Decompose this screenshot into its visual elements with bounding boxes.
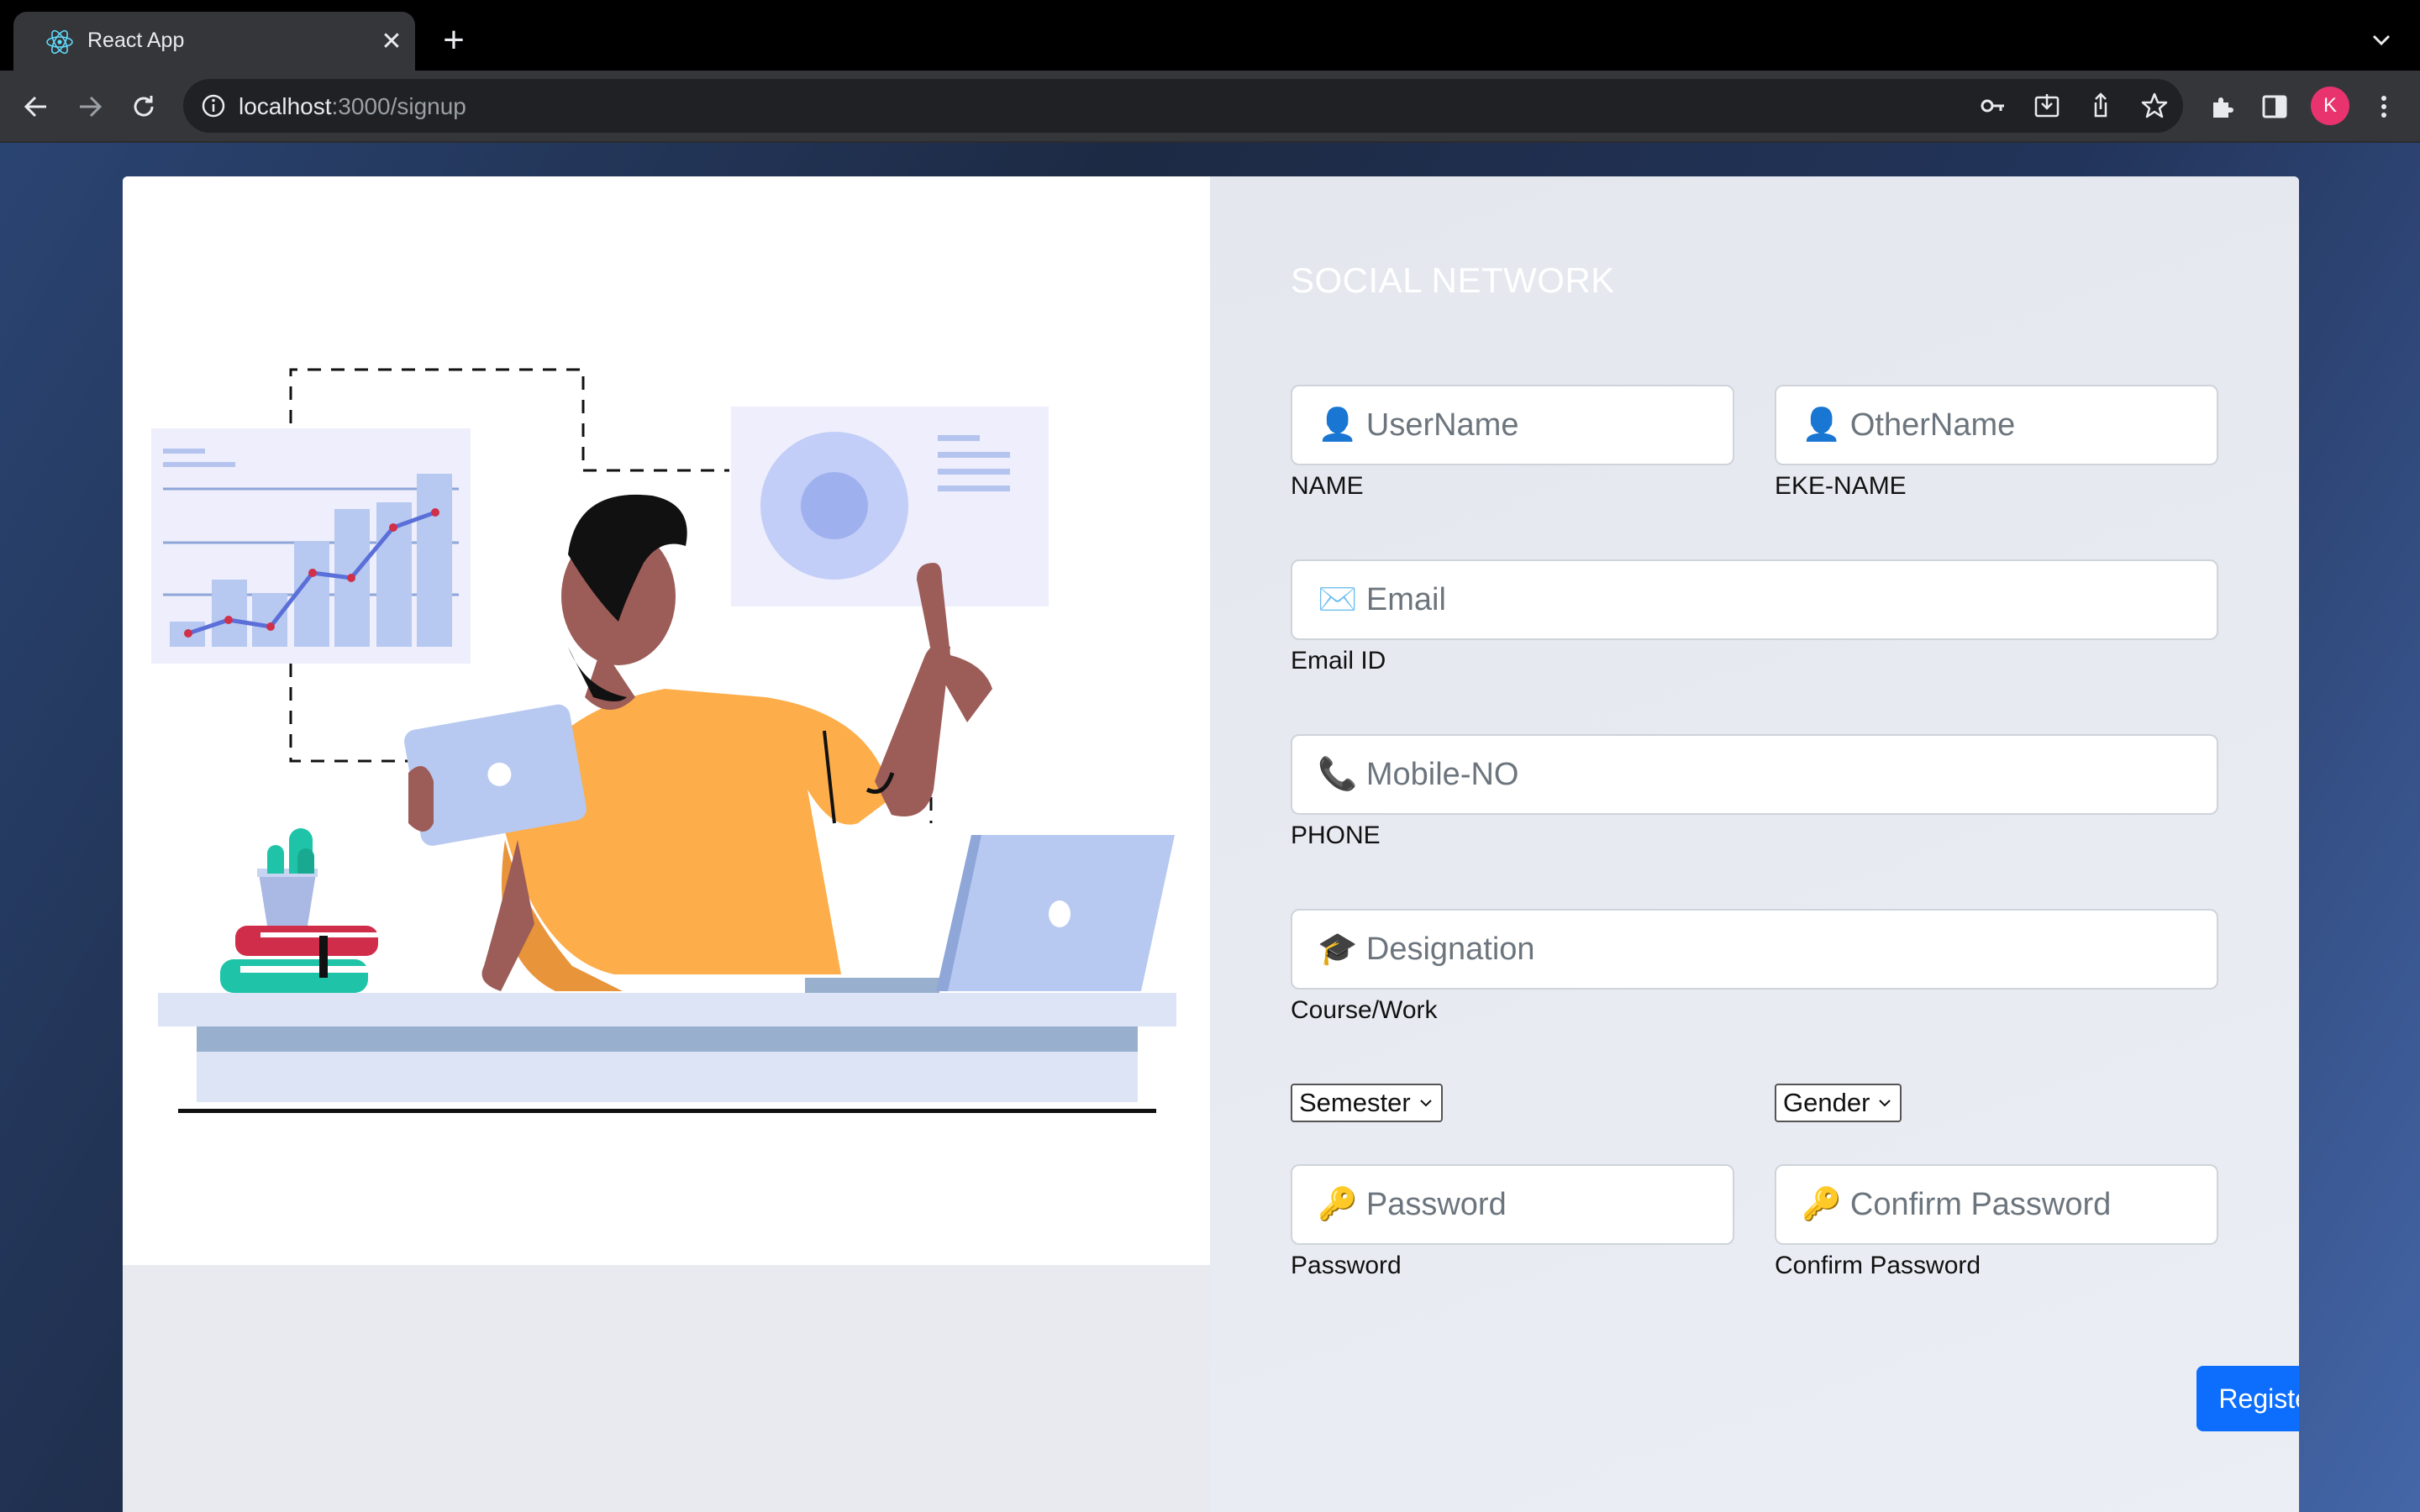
email-label: Email ID — [1291, 647, 1386, 675]
email-field[interactable] — [1291, 559, 2218, 640]
mobile-input[interactable] — [1292, 736, 2217, 813]
back-button[interactable] — [17, 87, 55, 126]
share-icon[interactable] — [2086, 91, 2116, 121]
mobile-label: PHONE — [1291, 822, 1381, 849]
password-input[interactable] — [1292, 1166, 1733, 1243]
close-tab-icon[interactable]: ✕ — [376, 27, 407, 57]
designation-input[interactable] — [1292, 911, 2217, 988]
signup-card: SOCIAL NETWORK NAME EKE-NAME Email ID PH… — [123, 176, 2299, 1512]
reload-icon — [134, 96, 154, 117]
othername-input[interactable] — [1776, 386, 2217, 464]
react-logo-icon — [46, 29, 73, 55]
tab-search-chevron-icon[interactable] — [2366, 25, 2396, 55]
brand-title: SOCIAL NETWORK — [1291, 260, 1615, 300]
othername-field[interactable] — [1775, 385, 2218, 465]
side-panel-icon[interactable] — [2259, 91, 2291, 123]
confirm-password-field[interactable] — [1775, 1164, 2218, 1245]
designation-label: Course/Work — [1291, 996, 1438, 1024]
person-with-charts-illustration — [151, 368, 1176, 1113]
url-text[interactable]: localhost:3000/signup — [239, 93, 466, 120]
gender-select[interactable]: Gender — [1775, 1084, 1902, 1122]
chevron-down-icon — [1419, 1100, 1432, 1107]
password-field[interactable] — [1291, 1164, 1734, 1245]
new-tab-icon[interactable]: + — [437, 22, 471, 59]
key-icon[interactable] — [1978, 91, 2008, 121]
username-input[interactable] — [1292, 386, 1733, 464]
browser-toolbar: localhost:3000/signup — [0, 71, 2420, 143]
chevron-down-icon — [1879, 1100, 1891, 1107]
gender-select-value: Gender — [1783, 1088, 1870, 1117]
email-input[interactable] — [1292, 561, 2217, 638]
confirm-password-label: Confirm Password — [1775, 1252, 1981, 1279]
site-info-icon[interactable] — [198, 91, 229, 121]
semester-select[interactable]: Semester — [1291, 1084, 1443, 1122]
extensions-puzzle-icon[interactable] — [2207, 91, 2238, 123]
install-app-icon[interactable] — [2032, 91, 2062, 121]
username-field[interactable] — [1291, 385, 1734, 465]
username-label: NAME — [1291, 472, 1364, 500]
browser-tab[interactable]: React App ✕ — [13, 12, 415, 71]
semester-select-value: Semester — [1299, 1088, 1411, 1117]
password-label: Password — [1291, 1252, 1402, 1279]
reload-button[interactable] — [124, 87, 163, 126]
address-bar[interactable]: localhost:3000/signup — [183, 79, 2183, 133]
othername-label: EKE-NAME — [1775, 472, 1907, 500]
illustration-panel — [123, 176, 1210, 1265]
forward-arrow-icon — [80, 96, 103, 118]
page-viewport: SOCIAL NETWORK NAME EKE-NAME Email ID PH… — [0, 143, 2420, 1512]
mobile-field[interactable] — [1291, 734, 2218, 815]
profile-avatar[interactable]: K — [2311, 87, 2349, 125]
tab-title: React App — [87, 29, 185, 52]
tab-strip: React App ✕ + — [0, 0, 2420, 71]
register-button[interactable]: Register — [2196, 1366, 2299, 1431]
designation-field[interactable] — [1291, 909, 2218, 990]
bookmark-star-icon[interactable] — [2139, 91, 2170, 121]
back-arrow-icon — [24, 96, 46, 118]
confirm-password-input[interactable] — [1776, 1166, 2217, 1243]
forward-button[interactable] — [71, 87, 109, 126]
signup-form-panel: SOCIAL NETWORK NAME EKE-NAME Email ID PH… — [1210, 176, 2299, 1512]
browser-menu-icon[interactable] — [2368, 91, 2400, 123]
